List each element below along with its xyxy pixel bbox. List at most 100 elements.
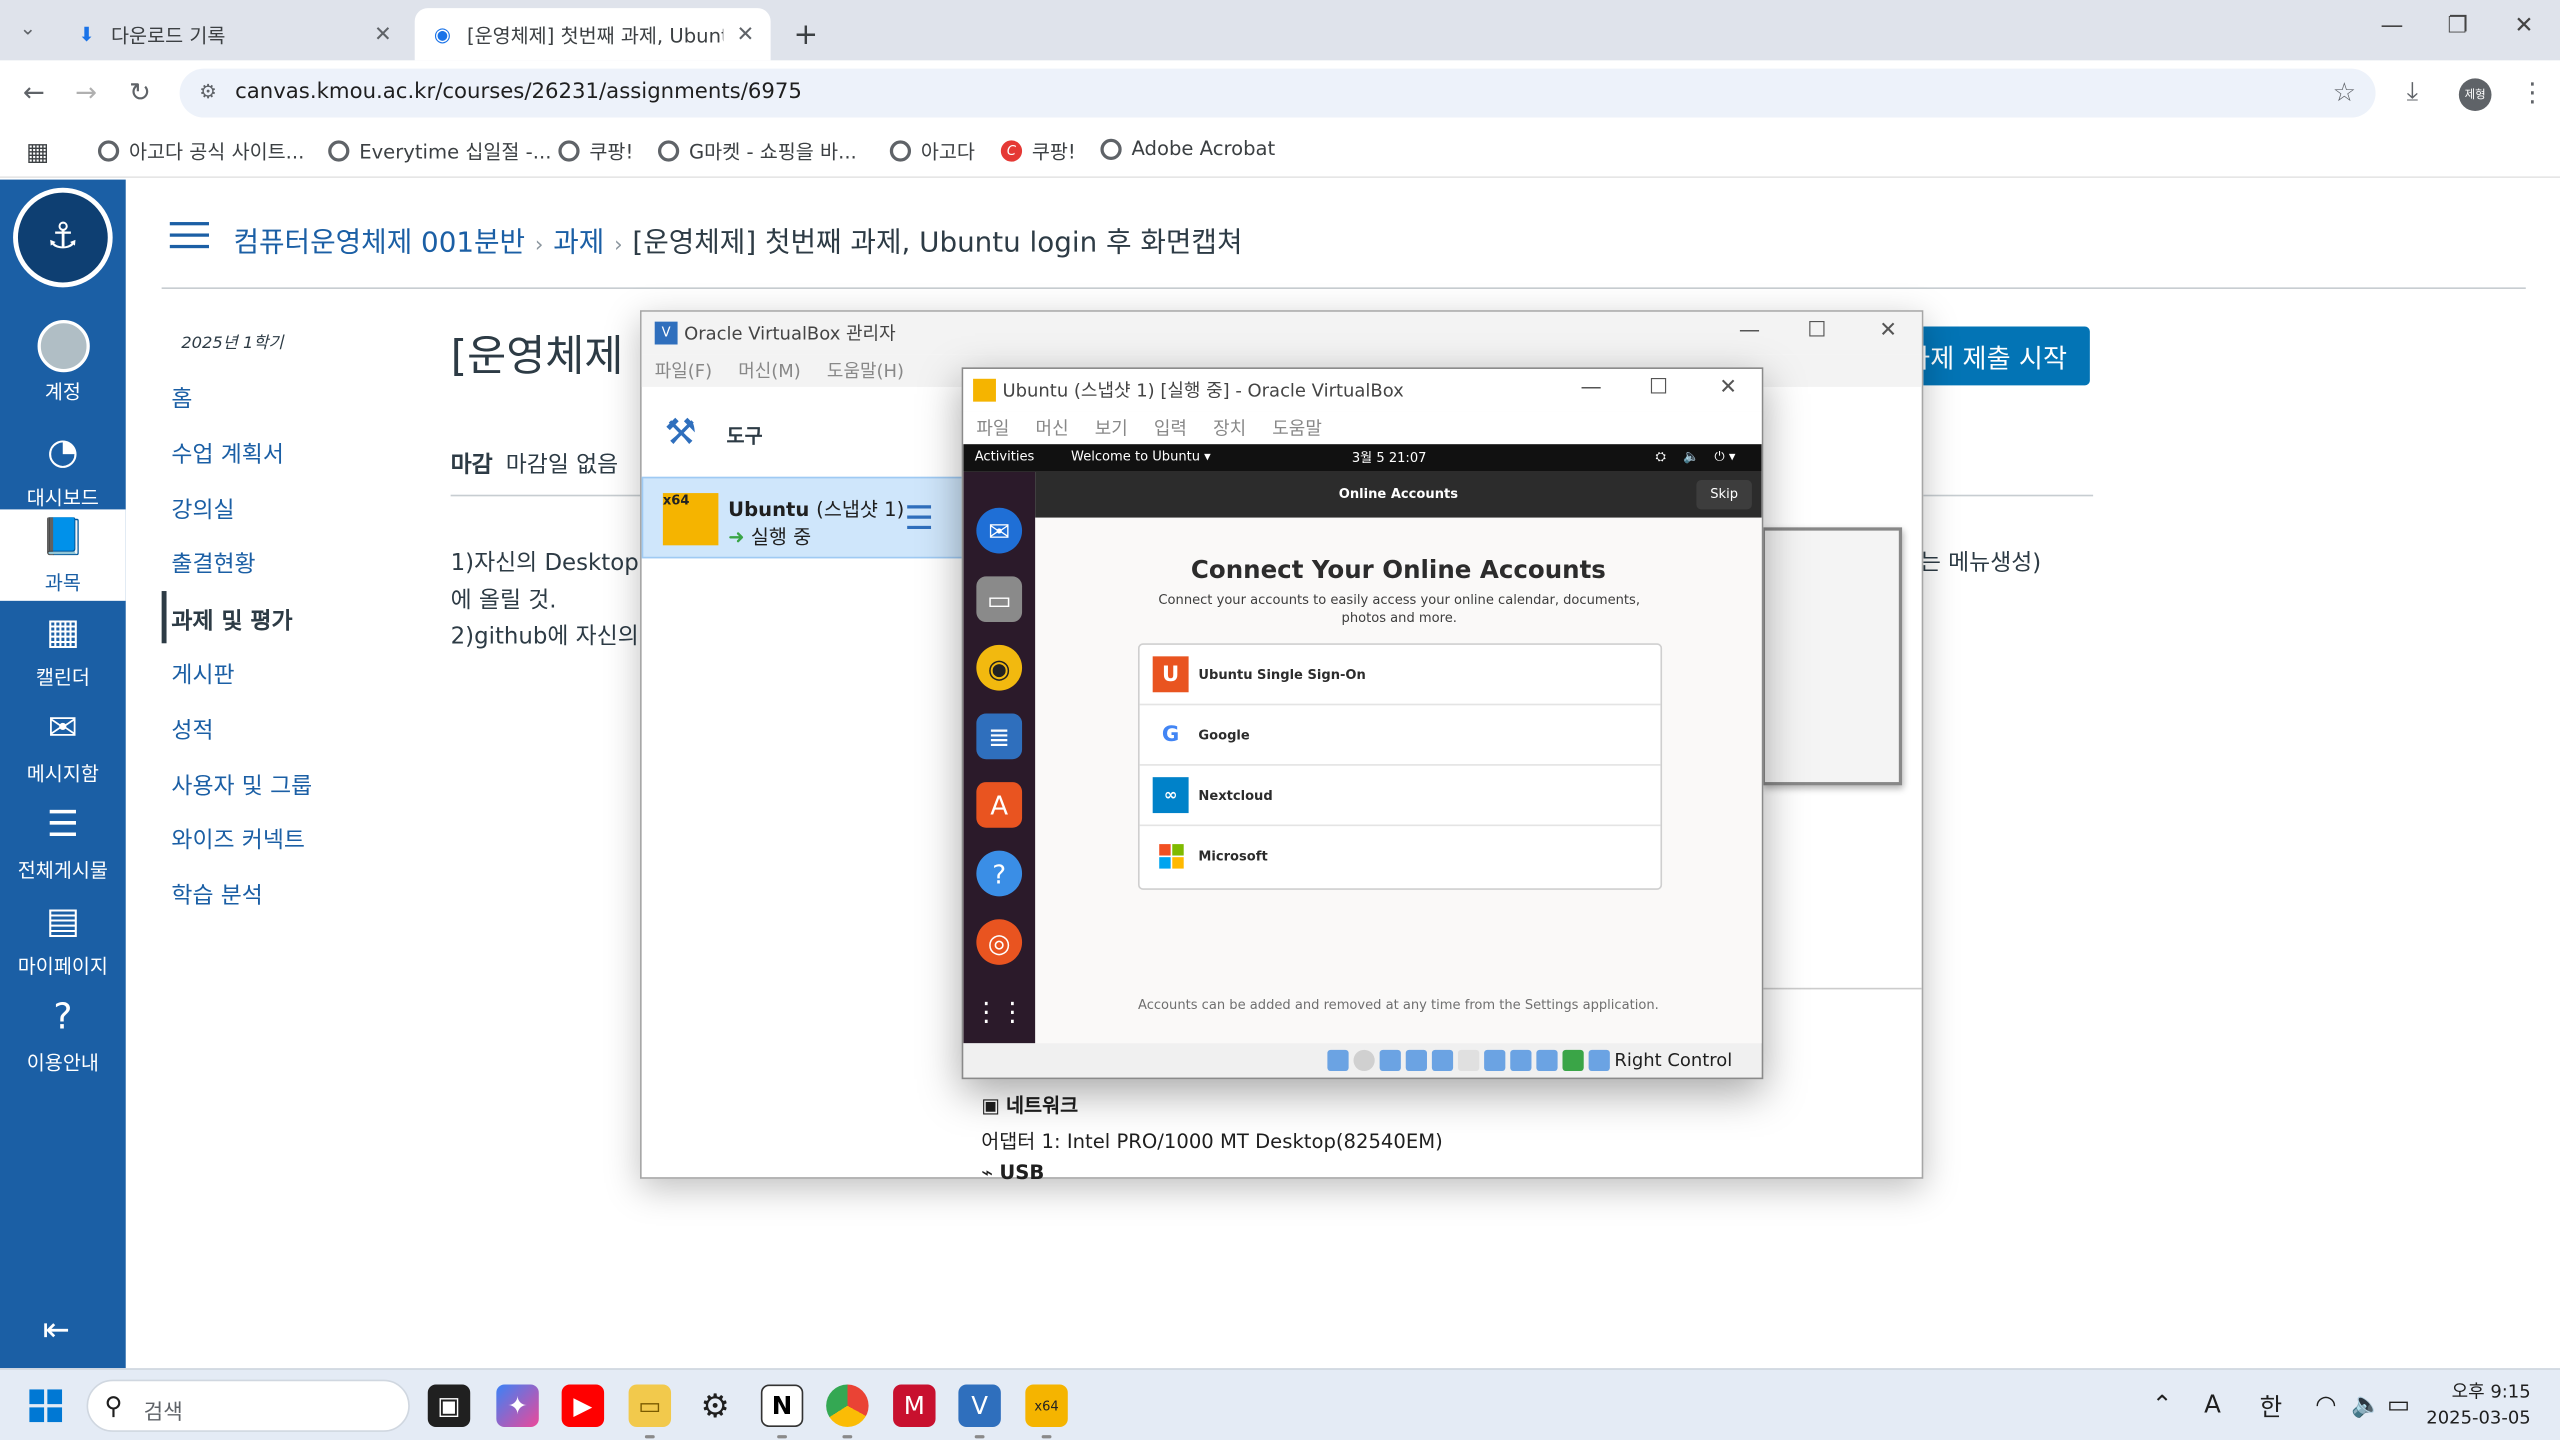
battery-icon[interactable]: ▭	[2387, 1389, 2410, 1418]
volume-icon[interactable]: 🔈	[1683, 449, 1699, 464]
minimize-icon[interactable]: —	[1739, 318, 1760, 342]
menu-item[interactable]: 도움말(H)	[827, 358, 904, 384]
omnibox[interactable]: ⚙ canvas.kmou.ac.kr/courses/26231/assign…	[179, 68, 2376, 118]
menu-item[interactable]: 도움말	[1272, 415, 1322, 441]
wifi-icon[interactable]: ◠	[2315, 1389, 2336, 1418]
chevron-up-icon[interactable]: ⌃	[2152, 1389, 2173, 1418]
apps-grid-icon[interactable]: ▦	[26, 137, 49, 166]
bookmark-item[interactable]: 아고다	[889, 137, 975, 165]
bookmark-item[interactable]: Everytime 십일절 -...	[328, 137, 551, 165]
gnav-account[interactable]: 계정	[0, 320, 126, 411]
bookmark-item[interactable]: 쿠팡!	[558, 137, 633, 165]
close-icon[interactable]: ✕	[1879, 318, 1897, 342]
window-titlebar[interactable]: Ubuntu (스냅샷 1) [실행 중] - Oracle VirtualBo…	[963, 368, 1762, 412]
course-nav-item-active[interactable]: 과제 및 평가	[171, 604, 292, 637]
taskbar-search[interactable]: ⚲ 검색	[86, 1379, 410, 1432]
close-icon[interactable]: ✕	[1719, 376, 1737, 400]
menu-item[interactable]: 파일(F)	[655, 358, 712, 384]
course-nav-item[interactable]: 학습 분석	[171, 878, 262, 911]
url-text[interactable]: canvas.kmou.ac.kr/courses/26231/assignme…	[235, 80, 802, 104]
menu-item[interactable]: 보기	[1095, 415, 1128, 441]
maximize-icon[interactable]: ☐	[1649, 376, 1668, 400]
new-tab-button[interactable]: +	[777, 8, 823, 60]
bookmark-item[interactable]: C 쿠팡!	[1000, 137, 1076, 165]
shared-folders-icon[interactable]	[1457, 1049, 1479, 1071]
copilot-icon[interactable]: ✦	[496, 1384, 539, 1427]
hamburger-menu-icon[interactable]	[169, 222, 209, 251]
menu-item[interactable]: 머신(M)	[738, 358, 801, 384]
recording-icon[interactable]	[1509, 1049, 1532, 1071]
usb-icon[interactable]	[1431, 1049, 1453, 1071]
vm-list-item[interactable]: x64 Ubuntu (스냅샷 1) ➜ 실행 중 ☰	[641, 476, 969, 559]
provider-microsoft[interactable]: Microsoft	[1140, 826, 1661, 886]
app-center-icon[interactable]: A	[976, 782, 1023, 828]
course-nav-item[interactable]: 홈	[171, 382, 192, 415]
skip-button[interactable]: Skip	[1696, 480, 1752, 510]
provider-ubuntu-sso[interactable]: U Ubuntu Single Sign-On	[1139, 645, 1661, 706]
network-icon[interactable]: ⛭	[1656, 449, 1666, 465]
thunderbird-icon[interactable]: ✉	[976, 507, 1023, 554]
gnav-courses[interactable]: 📘 과목	[0, 509, 126, 601]
minimize-icon[interactable]: —	[2380, 13, 2403, 39]
kebab-menu-icon[interactable]: ⋮	[2519, 77, 2545, 108]
breadcrumb-section[interactable]: 과제	[553, 227, 604, 260]
maximize-icon[interactable]: ☐	[1807, 318, 1826, 342]
bookmark-item[interactable]: G마켓 - 쇼핑을 바...	[657, 137, 857, 165]
provider-nextcloud[interactable]: ∞ Nextcloud	[1139, 766, 1661, 827]
course-nav-item[interactable]: 게시판	[171, 658, 234, 691]
rhythmbox-icon[interactable]: ◉	[976, 644, 1023, 691]
help-icon[interactable]: ?	[976, 850, 1023, 897]
hdd-icon[interactable]	[1327, 1049, 1349, 1071]
bookmark-item[interactable]: 아고다 공식 사이트...	[97, 137, 304, 165]
gnav-calendar[interactable]: ▦ 캘린더	[0, 611, 126, 702]
youtube-icon[interactable]: ▶	[561, 1384, 605, 1427]
activities-button[interactable]: Activities	[975, 449, 1035, 464]
vm-details-menu-icon[interactable]: ☰	[905, 498, 934, 537]
ubuntu-vm-icon[interactable]: x64	[1025, 1384, 1068, 1427]
forward-icon[interactable]: →	[75, 77, 97, 108]
back-icon[interactable]: ←	[23, 77, 45, 108]
keyboard-capture-icon[interactable]	[1588, 1049, 1610, 1071]
app-menu[interactable]: Welcome to Ubuntu ▾	[1071, 449, 1211, 464]
window-titlebar[interactable]: V Oracle VirtualBox 관리자	[641, 311, 1922, 355]
close-window-icon[interactable]: ✕	[2514, 13, 2533, 39]
downloads-icon[interactable]: ⤓	[2407, 75, 2419, 108]
guest-screen[interactable]: Activities Welcome to Ubuntu ▾ 3월 5 21:0…	[963, 444, 1762, 1044]
display-icon[interactable]	[1483, 1049, 1505, 1071]
course-nav-item[interactable]: 출결현황	[171, 547, 255, 580]
show-apps-icon[interactable]: ⋮⋮	[973, 988, 1025, 1034]
optical-drive-icon[interactable]	[1353, 1049, 1375, 1071]
file-explorer-icon[interactable]: ▭	[628, 1384, 672, 1427]
course-nav-item[interactable]: 사용자 및 그룹	[171, 769, 312, 802]
ubuntu-installer-icon[interactable]: ◎	[976, 919, 1023, 965]
collapse-nav-icon[interactable]: ⇤	[42, 1309, 69, 1348]
virtualbox-icon[interactable]: V	[958, 1384, 1001, 1427]
notion-icon[interactable]: N	[760, 1384, 804, 1427]
network-adapter-icon[interactable]	[1405, 1049, 1427, 1071]
close-icon[interactable]: ✕	[374, 22, 392, 46]
mcafee-icon[interactable]: M	[893, 1384, 936, 1427]
reload-icon[interactable]: ↻	[129, 77, 151, 108]
breadcrumb-course[interactable]: 컴퓨터운영체제 001분반	[233, 227, 525, 260]
windows-start-icon[interactable]	[29, 1389, 63, 1423]
gnav-help[interactable]: ? 이용안내	[0, 996, 126, 1087]
writer-icon[interactable]: ≣	[976, 713, 1023, 760]
power-icon[interactable]: ⏻ ▾	[1714, 449, 1735, 465]
tab-search-chevron-icon[interactable]: ⌄	[20, 16, 36, 39]
chatgpt-icon[interactable]: ⚙	[694, 1385, 736, 1427]
gnav-mypage[interactable]: ▤ 마이페이지	[0, 900, 126, 991]
task-view-icon[interactable]: ▣	[427, 1384, 471, 1427]
provider-google[interactable]: G Google	[1139, 705, 1661, 766]
gnav-all-posts[interactable]: ☰ 전체게시물	[0, 803, 126, 894]
menu-item[interactable]: 파일	[976, 415, 1009, 441]
gnav-inbox[interactable]: ✉ 메시지함	[0, 707, 126, 798]
mouse-integration-icon[interactable]	[1562, 1049, 1584, 1071]
vt-x-icon[interactable]	[1535, 1049, 1558, 1071]
course-nav-item[interactable]: 와이즈 커넥트	[171, 823, 304, 856]
clock[interactable]: 3월 5 21:07	[1352, 449, 1427, 467]
bookmark-star-icon[interactable]: ☆	[2333, 77, 2356, 108]
site-info-icon[interactable]: ⚙	[199, 80, 217, 103]
chrome-icon[interactable]	[826, 1384, 869, 1427]
tab-assignment[interactable]: ◉ [운영체제] 첫번째 과제, Ubuntu ✕	[414, 8, 771, 61]
menu-item[interactable]: 머신	[1036, 415, 1069, 441]
